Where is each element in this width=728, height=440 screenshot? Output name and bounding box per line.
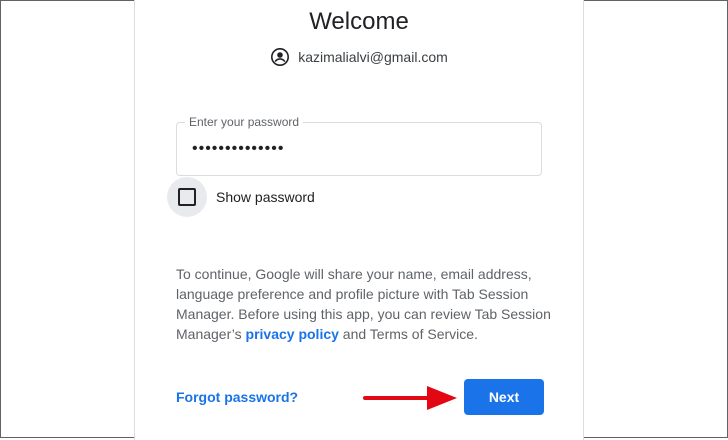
account-email: kazimalialvi@gmail.com [298, 49, 448, 65]
consent-text: To continue, Google will share your name… [176, 264, 556, 344]
show-password-row[interactable]: Show password [167, 177, 315, 217]
show-password-label[interactable]: Show password [216, 189, 315, 205]
password-label: Enter your password [185, 115, 304, 129]
consent-text-after: and Terms of Service. [338, 326, 478, 342]
show-password-checkbox[interactable] [178, 188, 196, 206]
page-title: Welcome [309, 8, 409, 35]
checkbox-focus-halo[interactable] [167, 177, 207, 217]
password-input[interactable]: Enter your password •••••••••••••• [176, 115, 542, 176]
next-button[interactable]: Next [464, 379, 544, 415]
account-circle-icon [271, 48, 290, 66]
sign-in-card: Welcome kazimalialvi@gmail.com Enter you… [134, 0, 584, 440]
privacy-policy-link[interactable]: privacy policy [246, 326, 339, 342]
forgot-password-link[interactable]: Forgot password? [176, 389, 298, 405]
red-arrow-annotation [363, 386, 457, 410]
account-chip[interactable]: kazimalialvi@gmail.com [135, 47, 583, 67]
password-value[interactable]: •••••••••••••• [192, 141, 284, 157]
